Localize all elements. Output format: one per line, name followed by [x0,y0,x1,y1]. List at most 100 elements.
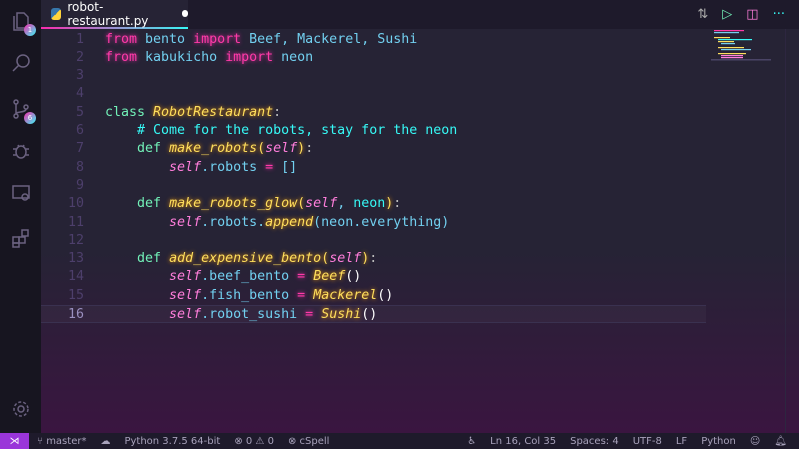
source-control-icon[interactable]: 6 [8,96,36,124]
more-actions-icon[interactable]: ··· [773,7,785,22]
code-token: [] [273,159,298,175]
code-token: : [393,196,402,212]
code-token: self [169,159,202,175]
branch-status[interactable]: ⑂ master* [37,436,86,447]
code-line[interactable]: 2 from kabukicho import neon [41,49,706,67]
end-of-line[interactable]: LF [676,436,687,447]
code-line[interactable]: 14 self.beef_bento = Beef() [41,268,706,286]
problems-status[interactable]: ⊗ 0 ⚠ 0 [234,436,274,447]
code-token: ( [257,141,266,157]
code-token: from [105,31,138,47]
line-number: 11 [67,214,84,230]
tab-bar: robot-restaurant.py ⇅ ▷ ◫ ··· [41,0,799,29]
code-line[interactable]: 7 def make_robots(self): [41,140,706,158]
debug-icon[interactable] [8,138,34,164]
code-token: .fish_bento [201,287,298,303]
code-token: class [105,104,154,120]
code-line[interactable]: 4 [41,85,706,103]
remote-explorer-icon[interactable] [8,180,34,206]
notifications-bell-icon[interactable]: 🔔︎ [774,436,787,447]
activity-bar: 1 6 [0,0,41,433]
code-token: import [193,31,242,47]
code-line[interactable]: 12 [41,232,706,250]
code-editor[interactable]: 1 from bento import Beef, Mackerel, Sushi… [41,29,799,433]
split-editor-icon[interactable]: ◫ [746,7,758,22]
sync-cloud-icon[interactable]: ☁ [100,436,110,447]
code-line[interactable]: 10 def make_robots_glow(self, neon): [41,195,706,213]
code-token: from [105,49,138,65]
cspell-status[interactable]: ⊗ cSpell [288,436,329,447]
python-file-icon [51,7,62,20]
code-line[interactable]: 11 self.robots.append(neon.everything) [41,214,706,232]
code-line[interactable]: 16 self.robot_sushi = Sushi() [41,305,706,324]
feedback-smiley-icon[interactable]: ☺ [750,436,760,447]
scm-badge: 6 [24,112,36,124]
cursor-position[interactable]: Ln 16, Col 35 [490,436,556,447]
code-token: RobotRestaurant [153,104,274,120]
code-token: neon [353,196,386,212]
line-number: 6 [75,123,84,138]
indentation[interactable]: Spaces: 4 [570,436,619,447]
code-token: make_robots_glow [169,196,298,212]
error-count: 0 [245,435,253,447]
vertical-scrollbar[interactable] [785,29,799,433]
code-token: append [265,214,314,230]
code-line[interactable]: 3 [41,67,706,85]
status-bar: ⋊ ⑂ master* ☁ Python 3.7.5 64-bit ⊗ 0 ⚠ … [0,433,799,449]
encoding[interactable]: UTF-8 [633,436,662,447]
line-number: 2 [75,49,84,65]
code-token: = [265,159,274,175]
code-token: : [305,141,314,157]
remote-indicator-icon[interactable]: ⋊ [0,433,29,449]
code-line[interactable]: 8 self.robots = [] [41,159,706,177]
line-number: 10 [67,196,84,212]
code-line[interactable]: 9 [41,177,706,195]
code-token: import [225,49,274,65]
compare-changes-icon[interactable]: ⇅ [697,7,708,22]
code-line[interactable]: 1 from bento import Beef, Mackerel, Sushi [41,31,706,49]
code-line[interactable]: 13 def add_expensive_bento(self): [41,250,706,268]
code-token: kabukicho [137,49,226,65]
code-token: self [265,141,298,157]
extensions-icon[interactable] [8,226,34,252]
warning-count: 0 [267,435,274,447]
code-token: (neon.everything) [313,214,450,230]
code-line[interactable]: 5 class RobotRestaurant: [41,104,706,122]
line-number: 4 [75,86,84,102]
code-token: () [361,307,378,322]
explorer-icon[interactable]: 1 [8,8,36,36]
code-token: Beef, Mackerel, Sushi [241,31,418,47]
unsaved-dot-icon[interactable] [181,10,188,17]
run-icon[interactable]: ▷ [722,7,732,22]
code-token: = [305,307,314,322]
code-token: self [169,214,202,230]
code-token: = [297,287,306,303]
branch-name: master* [46,435,87,447]
search-icon[interactable] [8,50,34,76]
cspell-label: cSpell [299,435,330,447]
code-line[interactable]: 6 # Come for the robots, stay for the ne… [41,122,706,140]
tab-robot-restaurant[interactable]: robot-restaurant.py [41,0,188,29]
code-token: neon [273,49,314,65]
minimap[interactable] [711,29,771,64]
line-number: 5 [75,104,84,120]
code-token: = [297,269,306,285]
line-number: 8 [75,159,84,175]
settings-gear-icon[interactable] [8,396,34,422]
accessibility-icon[interactable]: ♿ [467,436,476,447]
code-token: make_robots [169,141,258,157]
code-line[interactable]: 15 self.fish_bento = Mackerel() [41,287,706,305]
language-mode[interactable]: Python [701,436,736,447]
code-token: .robots. [201,214,266,230]
line-number: 16 [67,307,84,322]
code-token: () [377,287,394,303]
python-interpreter[interactable]: Python 3.7.5 64-bit [124,436,220,447]
code-token: self [169,307,202,322]
